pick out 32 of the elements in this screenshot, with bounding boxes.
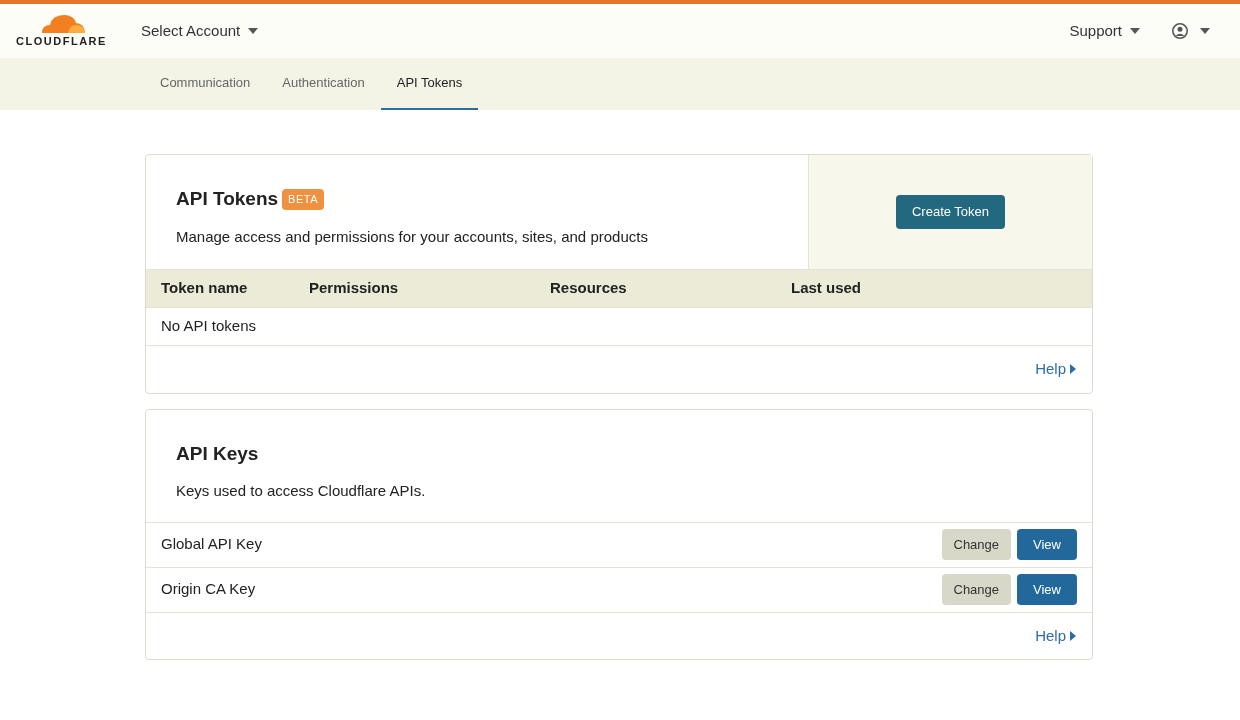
column-header: Resources <box>550 278 628 299</box>
change-button[interactable]: Change <box>941 528 1012 561</box>
help-link[interactable]: Help <box>1035 358 1076 381</box>
card-description: Manage access and permissions for your accounts, sites, and products <box>176 226 649 247</box>
tab[interactable]: API Tokens <box>380 58 479 110</box>
logo-text: CLOUDFLARE <box>16 33 107 49</box>
key-name: Global API Key <box>161 534 263 555</box>
change-button[interactable]: Change <box>941 573 1012 606</box>
account-menu[interactable]: Select Account <box>141 19 259 43</box>
card-title: API Tokens <box>176 187 279 211</box>
caret-icon <box>248 28 259 34</box>
key-name: Origin CA Key <box>161 579 257 600</box>
help-link[interactable]: Help <box>1035 624 1076 647</box>
create-token-button[interactable]: Create Token <box>895 195 1006 229</box>
tab[interactable]: Authentication <box>266 58 381 110</box>
card-description: Keys used to access Cloudflare APIs. <box>176 481 427 501</box>
caret-icon <box>1130 28 1140 34</box>
view-button[interactable]: View <box>1017 528 1077 561</box>
empty-table-text: No API tokens <box>161 316 257 337</box>
user-avatar-icon <box>1172 23 1188 39</box>
caret-right-icon <box>1070 364 1076 375</box>
column-header: Last used <box>791 278 863 299</box>
column-header: Permissions <box>309 278 400 299</box>
view-button[interactable]: View <box>1017 573 1077 606</box>
caret-icon <box>1200 28 1210 34</box>
caret-right-icon <box>1070 630 1076 641</box>
card-title: API Keys <box>176 441 260 466</box>
column-header: Token name <box>161 278 249 299</box>
user-menu[interactable] <box>1172 23 1210 39</box>
support-menu[interactable]: Support <box>1069 19 1140 43</box>
beta-badge: BETA <box>282 189 325 210</box>
tab[interactable]: Communication <box>144 58 267 110</box>
